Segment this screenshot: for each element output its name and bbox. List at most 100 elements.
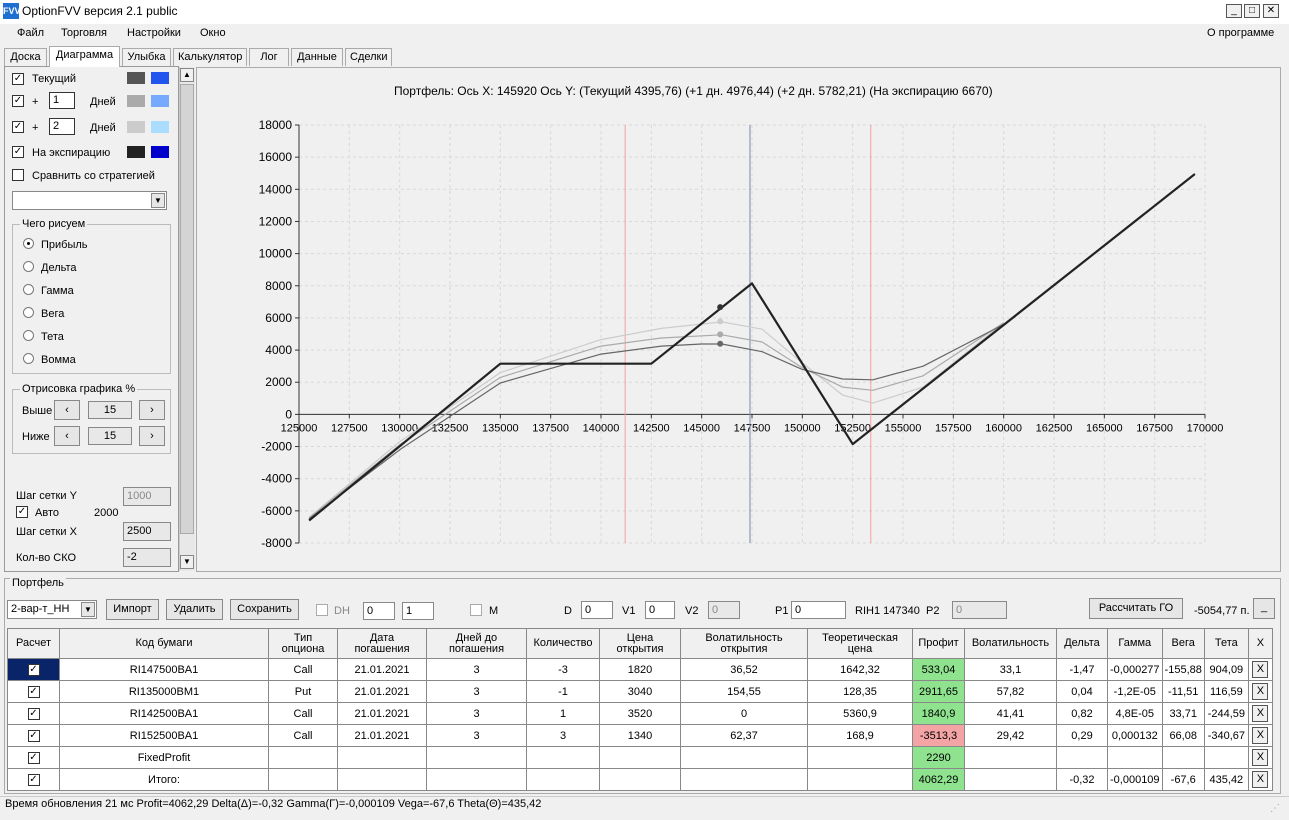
remove-row-button[interactable]: X	[1252, 771, 1269, 788]
expiration-checkbox[interactable]: ✓	[12, 146, 24, 158]
column-header[interactable]: Дельта	[1056, 628, 1108, 659]
calc-checkbox-cell[interactable]: ✓	[7, 702, 60, 725]
column-header[interactable]: Теоретическая цена	[807, 628, 913, 659]
pnl-chart[interactable]: 125000 127500 130000 132500 135000 137500 1400…	[196, 67, 1281, 572]
tab-deals[interactable]: Сделки	[345, 48, 392, 66]
calc-checkbox-cell[interactable]: ✓	[7, 658, 60, 681]
close-button[interactable]: ✕	[1263, 4, 1279, 18]
column-header[interactable]: Гамма	[1107, 628, 1163, 659]
current-alt-color-swatch[interactable]	[151, 72, 169, 84]
remove-row-button[interactable]: X	[1252, 705, 1269, 722]
grid-y-input[interactable]: 1000	[123, 487, 171, 506]
table-row[interactable]: ✓ RI142500BA1 Call 21.01.2021 3 1 3520 0 5360,9 1…	[7, 702, 1273, 725]
day2-checkbox[interactable]: ✓	[12, 121, 24, 133]
table-row[interactable]: ✓ RI147500BA1 Call 21.01.2021 3 -3 1820 36,52 16…	[7, 658, 1273, 681]
calc-checkbox[interactable]: ✓	[27, 752, 40, 764]
above-decrease-button[interactable]: ‹	[54, 400, 80, 420]
v2-input[interactable]: 0	[708, 601, 740, 619]
minimize-panel-button[interactable]: _	[1253, 598, 1275, 619]
remove-row-button[interactable]: X	[1252, 749, 1269, 766]
radio-vega[interactable]	[23, 307, 34, 318]
remove-row-button[interactable]: X	[1252, 661, 1269, 678]
calc-checkbox-cell[interactable]: ✓	[7, 768, 60, 791]
column-header[interactable]: Расчет	[7, 628, 60, 659]
day2-alt-color-swatch[interactable]	[151, 121, 169, 133]
tab-diagram[interactable]: Диаграмма	[49, 46, 120, 67]
column-header[interactable]: Профит	[912, 628, 965, 659]
save-button[interactable]: Сохранить	[230, 599, 299, 620]
day1-checkbox[interactable]: ✓	[12, 95, 24, 107]
strategy-select[interactable]	[12, 191, 167, 210]
tab-smile[interactable]: Улыбка	[122, 48, 171, 66]
column-header[interactable]: Вега	[1161, 628, 1205, 659]
day2-color-swatch[interactable]	[127, 121, 145, 133]
day1-color-swatch[interactable]	[127, 95, 145, 107]
column-header[interactable]: Тип опциона	[268, 628, 338, 659]
radio-theta[interactable]	[23, 330, 34, 341]
above-increase-button[interactable]: ›	[139, 400, 165, 420]
tab-board[interactable]: Доска	[4, 48, 47, 66]
table-row[interactable]: ✓ RI152500BA1 Call 21.01.2021 3 3 1340 62,37 168…	[7, 724, 1273, 747]
calc-checkbox[interactable]: ✓	[27, 730, 40, 742]
column-header[interactable]: Дата погашения	[337, 628, 427, 659]
chevron-down-icon[interactable]: ▼	[81, 602, 95, 617]
menu-settings[interactable]: Настройки	[127, 27, 181, 39]
calc-checkbox[interactable]: ✓	[27, 664, 40, 676]
table-row[interactable]: ✓ FixedProfit 2290 X	[7, 746, 1273, 769]
radio-vomma[interactable]	[23, 353, 34, 364]
column-header[interactable]: Тета	[1203, 628, 1249, 659]
calc-checkbox[interactable]: ✓	[27, 708, 40, 720]
m-checkbox[interactable]	[470, 604, 482, 616]
column-header[interactable]: Волатильность открытия	[680, 628, 808, 659]
exp-color-swatch[interactable]	[127, 146, 145, 158]
exp-alt-color-swatch[interactable]	[151, 146, 169, 158]
radio-gamma[interactable]	[23, 284, 34, 295]
remove-row-button[interactable]: X	[1252, 683, 1269, 700]
radio-delta[interactable]	[23, 261, 34, 272]
column-header[interactable]: Волатильность	[964, 628, 1057, 659]
v1-input[interactable]: 0	[645, 601, 675, 619]
calc-checkbox[interactable]: ✓	[27, 774, 40, 786]
table-row[interactable]: ✓ RI135000BM1 Put 21.01.2021 3 -1 3040 154,55 12…	[7, 680, 1273, 703]
radio-profit[interactable]	[23, 238, 34, 249]
sko-input[interactable]: -2	[123, 548, 171, 567]
column-header[interactable]: Количество	[526, 628, 600, 659]
d-input[interactable]: 0	[581, 601, 613, 619]
current-color-swatch[interactable]	[127, 72, 145, 84]
grid-x-input[interactable]: 2500	[123, 522, 171, 541]
scroll-thumb[interactable]	[180, 84, 194, 534]
dh-stepper-2[interactable]: 1	[402, 602, 434, 620]
compare-checkbox[interactable]	[12, 169, 24, 181]
table-row[interactable]: ✓ Итого: 4062,29 -0,32 -0,000109 -67,6 435,42 X	[7, 768, 1273, 791]
tab-log[interactable]: Лог	[249, 48, 289, 66]
dh-stepper-1[interactable]: 0	[363, 602, 395, 620]
tab-data[interactable]: Данные	[291, 48, 343, 66]
remove-row-button[interactable]: X	[1252, 727, 1269, 744]
calc-checkbox[interactable]: ✓	[27, 686, 40, 698]
column-header[interactable]: X	[1247, 628, 1273, 659]
p1-input[interactable]: 0	[791, 601, 846, 619]
calc-checkbox-cell[interactable]: ✓	[7, 746, 60, 769]
auto-checkbox[interactable]: ✓	[16, 506, 28, 518]
resize-grip-icon[interactable]: ⋰	[1270, 803, 1284, 817]
menu-window[interactable]: Окно	[200, 27, 226, 39]
calc-checkbox-cell[interactable]: ✓	[7, 680, 60, 703]
column-header[interactable]: Цена открытия	[599, 628, 681, 659]
menu-trading[interactable]: Торговля	[61, 27, 107, 39]
scroll-up-button[interactable]: ▲	[180, 68, 194, 82]
days2-input[interactable]: 2	[49, 118, 75, 135]
menu-about[interactable]: О программе	[1207, 27, 1274, 39]
delete-button[interactable]: Удалить	[166, 599, 223, 620]
chevron-down-icon[interactable]: ▼	[151, 193, 165, 208]
scroll-down-button[interactable]: ▼	[180, 555, 194, 569]
calc-checkbox-cell[interactable]: ✓	[7, 724, 60, 747]
import-button[interactable]: Импорт	[106, 599, 159, 620]
minimize-button[interactable]: _	[1226, 4, 1242, 18]
days1-input[interactable]: 1	[49, 92, 75, 109]
p2-input[interactable]: 0	[952, 601, 1007, 619]
dh-checkbox[interactable]	[316, 604, 328, 616]
column-header[interactable]: Код бумаги	[59, 628, 269, 659]
day1-alt-color-swatch[interactable]	[151, 95, 169, 107]
calc-go-button[interactable]: Рассчитать ГО	[1089, 598, 1183, 619]
menu-file[interactable]: Файл	[17, 27, 44, 39]
